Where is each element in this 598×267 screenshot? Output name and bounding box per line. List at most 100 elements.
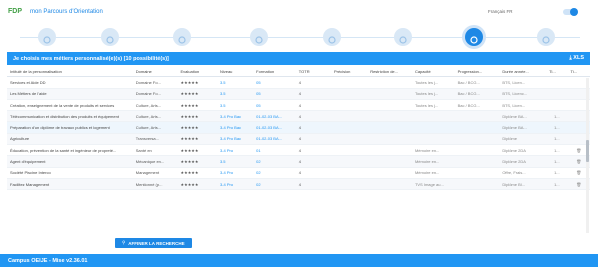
table-cell: Toutes les j...	[411, 99, 455, 112]
table-cell: ★★★★★	[177, 110, 217, 123]
language-selector[interactable]: Français FR	[488, 9, 513, 14]
table-cell: BTS, Licen...	[499, 76, 547, 89]
table-cell: 1...	[546, 155, 568, 168]
search-icon	[105, 32, 115, 44]
column-header[interactable]: Domaine	[132, 66, 178, 78]
table-cell: ★★★★★	[177, 88, 217, 100]
column-header[interactable]: Formation	[253, 66, 296, 78]
table-cell: 05	[253, 88, 296, 100]
table-row[interactable]: Facilitez Management Mentionné (p... ★★★★★…	[7, 178, 590, 191]
results-table-container: Intitulé de la personnalisation Domaine Ev…	[7, 66, 590, 236]
table-cell: 1...	[546, 167, 568, 179]
footer-version: Campus OEIJE - Mise v2.36.01	[8, 257, 88, 264]
table-cell	[546, 76, 568, 89]
step-6[interactable]	[394, 28, 412, 46]
step-3[interactable]	[173, 28, 191, 46]
table-cell: Mentionné (p...	[132, 178, 178, 191]
table-cell	[454, 178, 500, 191]
table-cell: ★★★★★	[177, 99, 217, 112]
table-row[interactable]: Agriculture Transversa... ★★★★★ 3-4 Pro Bac…	[7, 133, 590, 146]
table-cell: 4	[295, 99, 331, 112]
table-cell	[546, 88, 568, 100]
column-header[interactable]: Niveau	[216, 66, 254, 78]
table-cell	[330, 76, 368, 89]
table-row[interactable]: Éducation, prévention de la santé et ing…	[7, 144, 590, 157]
table-row[interactable]: Les Métiers de l'aide Domaine Fo... ★★★★★ 3…	[7, 88, 590, 100]
table-cell: 01-02-03 BA...	[253, 133, 296, 146]
table-cell	[454, 167, 500, 179]
column-header[interactable]: Evaluation	[177, 66, 217, 78]
results-table: Intitulé de la personnalisation Domaine Ev…	[7, 66, 590, 191]
table-cell: Bac / BCG...	[454, 99, 500, 112]
document-icon	[541, 32, 551, 44]
table-cell: Diplôme BA...	[499, 110, 547, 123]
table-cell: ★★★★★	[177, 178, 217, 191]
table-cell: Diplôme 2DA	[499, 155, 547, 168]
table-cell: Préparation d'un diplôme de travaux publ…	[7, 121, 133, 134]
table-cell: BTS, Licen...	[499, 99, 547, 112]
table-cell: 01	[253, 144, 296, 157]
table-cell: 3-4 Pro Bac	[216, 133, 254, 146]
table-cell	[411, 121, 455, 134]
app-footer: Campus OEIJE - Mise v2.36.01	[0, 254, 598, 267]
column-header[interactable]: Ti...	[546, 66, 568, 78]
table-cell: Services et Aide DD	[7, 76, 133, 89]
table-cell: 05	[253, 76, 296, 89]
table-cell: Société Piscine Interco	[7, 167, 133, 179]
column-header[interactable]: Ti...	[567, 66, 590, 78]
column-header[interactable]: Intitulé de la personnalisation	[7, 66, 133, 78]
table-row[interactable]: Agent d'équipement Mécanique en... ★★★★★ 3.…	[7, 155, 590, 168]
table-row[interactable]: Services et Aide DD Domaine Fo... ★★★★★ 3.5…	[7, 76, 590, 89]
table-cell: Toutes les j...	[411, 88, 455, 100]
table-cell: Facilitez Management	[7, 178, 133, 191]
table-row[interactable]: Création, enseignement de la vente de pr…	[7, 99, 590, 112]
step-8[interactable]	[537, 28, 555, 46]
home-icon	[42, 32, 52, 44]
table-cell: Mémoire en...	[411, 155, 455, 168]
table-cell: 1...	[546, 110, 568, 123]
table-cell: ★★★★★	[177, 121, 217, 134]
table-row[interactable]: Préparation d'un diplôme de travaux publ…	[7, 121, 590, 134]
step-7[interactable]	[465, 28, 483, 46]
table-cell: 3.5	[216, 76, 254, 89]
column-header[interactable]: Progression...	[454, 66, 500, 78]
settings-toggle[interactable]	[563, 8, 578, 16]
table-cell: 1...	[546, 133, 568, 146]
export-xls-button[interactable]: ⤓ XLS	[569, 55, 584, 62]
tools-icon	[177, 32, 187, 44]
table-cell	[367, 144, 412, 157]
column-header[interactable]: Précision	[330, 66, 368, 78]
table-cell: Diplôme Bl...	[499, 178, 547, 191]
table-cell	[330, 167, 368, 179]
step-4[interactable]	[250, 28, 268, 46]
table-cell: Diplôme 2DA	[499, 144, 547, 157]
table-cell: 4	[295, 178, 331, 191]
table-cell	[367, 133, 412, 146]
column-header[interactable]: Durée année...	[499, 66, 547, 78]
column-header[interactable]: Capacité	[411, 66, 455, 78]
app-logo[interactable]: FDP	[8, 8, 22, 15]
table-scrollbar[interactable]	[586, 78, 589, 233]
table-row[interactable]: Société Piscine Interco Management ★★★★★ 3-…	[7, 167, 590, 179]
table-cell: 3.5	[216, 88, 254, 100]
table-cell: TVS Image au...	[411, 178, 455, 191]
column-header[interactable]: Restriction de...	[367, 66, 412, 78]
step-2[interactable]	[101, 28, 119, 46]
scroll-thumb[interactable]	[586, 140, 589, 162]
table-cell	[330, 144, 368, 157]
table-cell: Transversa...	[132, 133, 178, 146]
refine-search-button[interactable]: ⚲ AFFINER LA RECHERCHE	[115, 238, 192, 248]
table-cell: 3-4 Pro	[216, 178, 254, 191]
step-5[interactable]	[323, 28, 341, 46]
table-cell	[330, 121, 368, 134]
column-header[interactable]: TOTR	[295, 66, 331, 78]
top-bar: FDP mon Parcours d'Orientation Français …	[0, 0, 598, 20]
step-1[interactable]	[38, 28, 56, 46]
table-cell: 02	[253, 178, 296, 191]
table-cell	[330, 99, 368, 112]
table-cell: 02	[253, 167, 296, 179]
table-cell	[367, 167, 412, 179]
table-row[interactable]: Télécommunication et distribution des pr…	[7, 110, 590, 123]
table-cell: Diplôme	[499, 133, 547, 146]
results-panel-header: Je choisis mes métiers personnalisé(e)(s…	[7, 52, 590, 65]
